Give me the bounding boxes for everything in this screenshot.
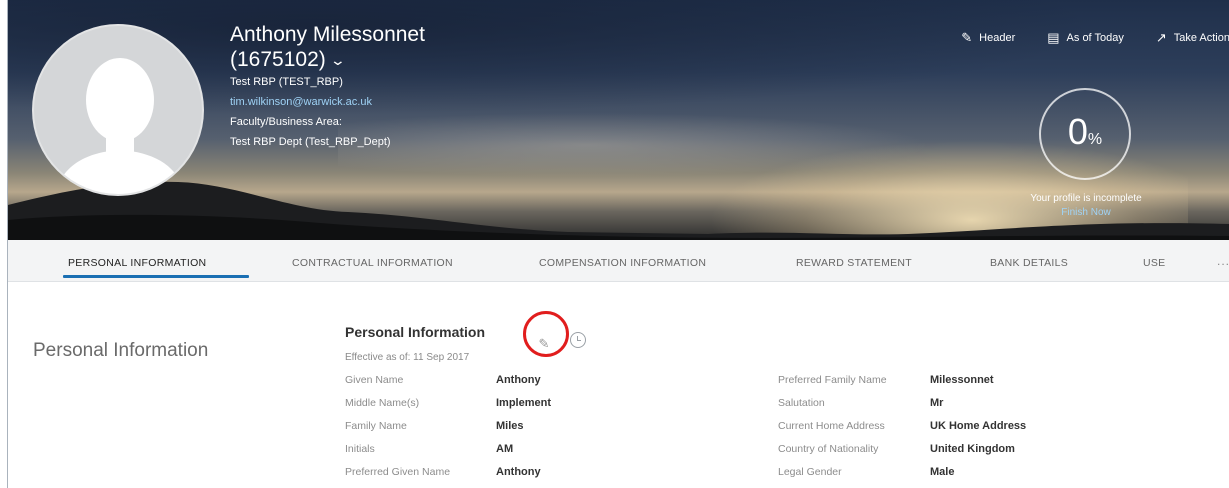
field-label-legal-gender: Legal Gender xyxy=(778,466,842,478)
employee-role: Test RBP (TEST_RBP) xyxy=(230,76,343,88)
profile-summary: Anthony Milessonnet (1675102) ⌄ Test RBP… xyxy=(230,22,425,152)
profile-completion-value: 0% xyxy=(1067,111,1103,152)
area-label: Faculty/Business Area: xyxy=(230,116,342,128)
active-tab-indicator xyxy=(63,275,249,278)
tab-bank-details[interactable]: BANK DETAILS xyxy=(990,257,1068,269)
tab-contractual-information[interactable]: CONTRACTUAL INFORMATION xyxy=(292,257,453,269)
profile-page: Anthony Milessonnet (1675102) ⌄ Test RBP… xyxy=(7,0,1229,488)
employee-id-selector[interactable]: (1675102) ⌄ xyxy=(230,48,425,72)
field-value-middle-name: Implement xyxy=(496,397,552,409)
finish-now-link[interactable]: Finish Now xyxy=(998,207,1174,218)
as-of-today-button[interactable]: ▤ As of Today xyxy=(1047,30,1124,46)
field-label-nationality: Country of Nationality xyxy=(778,443,879,455)
tab-personal-information[interactable]: PERSONAL INFORMATION xyxy=(68,257,206,269)
field-value-salutation: Mr xyxy=(930,397,944,409)
field-label-salutation: Salutation xyxy=(778,397,825,409)
tab-reward-statement[interactable]: REWARD STATEMENT xyxy=(796,257,912,269)
field-label-initials: Initials xyxy=(345,443,375,455)
section-heading: Personal Information xyxy=(33,340,209,361)
field-value-home-address: UK Home Address xyxy=(930,420,1027,432)
field-value-nationality: United Kingdom xyxy=(930,443,1015,455)
profile-incomplete-message: Your profile is incomplete xyxy=(1030,193,1142,204)
more-tabs-icon[interactable]: ... xyxy=(1217,254,1229,268)
take-action-button[interactable]: ↗ Take Action xyxy=(1156,30,1229,46)
tab-compensation-information[interactable]: COMPENSATION INFORMATION xyxy=(539,257,706,269)
field-label-preferred-family-name: Preferred Family Name xyxy=(778,374,887,386)
field-value-legal-gender: Male xyxy=(930,466,955,478)
effective-date: Effective as of: 11 Sep 2017 xyxy=(345,352,470,363)
field-label-home-address: Current Home Address xyxy=(778,420,885,432)
take-action-label: Take Action xyxy=(1173,32,1229,44)
field-label-middle-name: Middle Name(s) xyxy=(345,397,420,409)
employee-dept: Test RBP Dept (Test_RBP_Dept) xyxy=(230,136,391,148)
history-clock-icon[interactable] xyxy=(570,332,586,348)
chevron-down-icon[interactable]: ⌄ xyxy=(329,48,345,72)
field-value-initials: AM xyxy=(496,443,514,455)
field-label-given-name: Given Name xyxy=(345,374,404,386)
employee-id: (1675102) xyxy=(230,48,326,71)
as-of-today-label: As of Today xyxy=(1066,32,1124,44)
field-label-family-name: Family Name xyxy=(345,420,407,432)
field-value-preferred-given-name: Anthony xyxy=(496,466,541,478)
calendar-icon: ▤ xyxy=(1047,30,1060,45)
header-edit-label: Header xyxy=(979,32,1016,44)
employee-email[interactable]: tim.wilkinson@warwick.ac.uk xyxy=(230,92,425,112)
profile-completion-ring: 0% xyxy=(1039,88,1131,180)
field-value-family-name: Miles xyxy=(496,420,524,432)
header-edit-button[interactable]: ✎ Header xyxy=(961,30,1015,46)
field-label-preferred-given-name: Preferred Given Name xyxy=(345,466,451,478)
card-title: Personal Information xyxy=(345,324,486,340)
person-silhouette-icon xyxy=(55,58,185,194)
profile-header: Anthony Milessonnet (1675102) ⌄ Test RBP… xyxy=(8,0,1229,240)
avatar[interactable] xyxy=(32,24,204,196)
header-actions: ✎ Header ▤ As of Today ↗ Take Action xyxy=(929,30,1229,46)
edit-pencil-icon[interactable]: ✎ xyxy=(532,332,556,356)
external-link-icon: ↗ xyxy=(1155,30,1167,45)
tab-bar: PERSONAL INFORMATION CONTRACTUAL INFORMA… xyxy=(8,240,1229,282)
pencil-icon: ✎ xyxy=(961,30,973,45)
field-value-preferred-family-name: Milessonnet xyxy=(930,374,994,386)
field-value-given-name: Anthony xyxy=(496,374,541,386)
employee-name: Anthony Milessonnet xyxy=(230,23,425,46)
tab-use[interactable]: USE xyxy=(1143,257,1166,269)
